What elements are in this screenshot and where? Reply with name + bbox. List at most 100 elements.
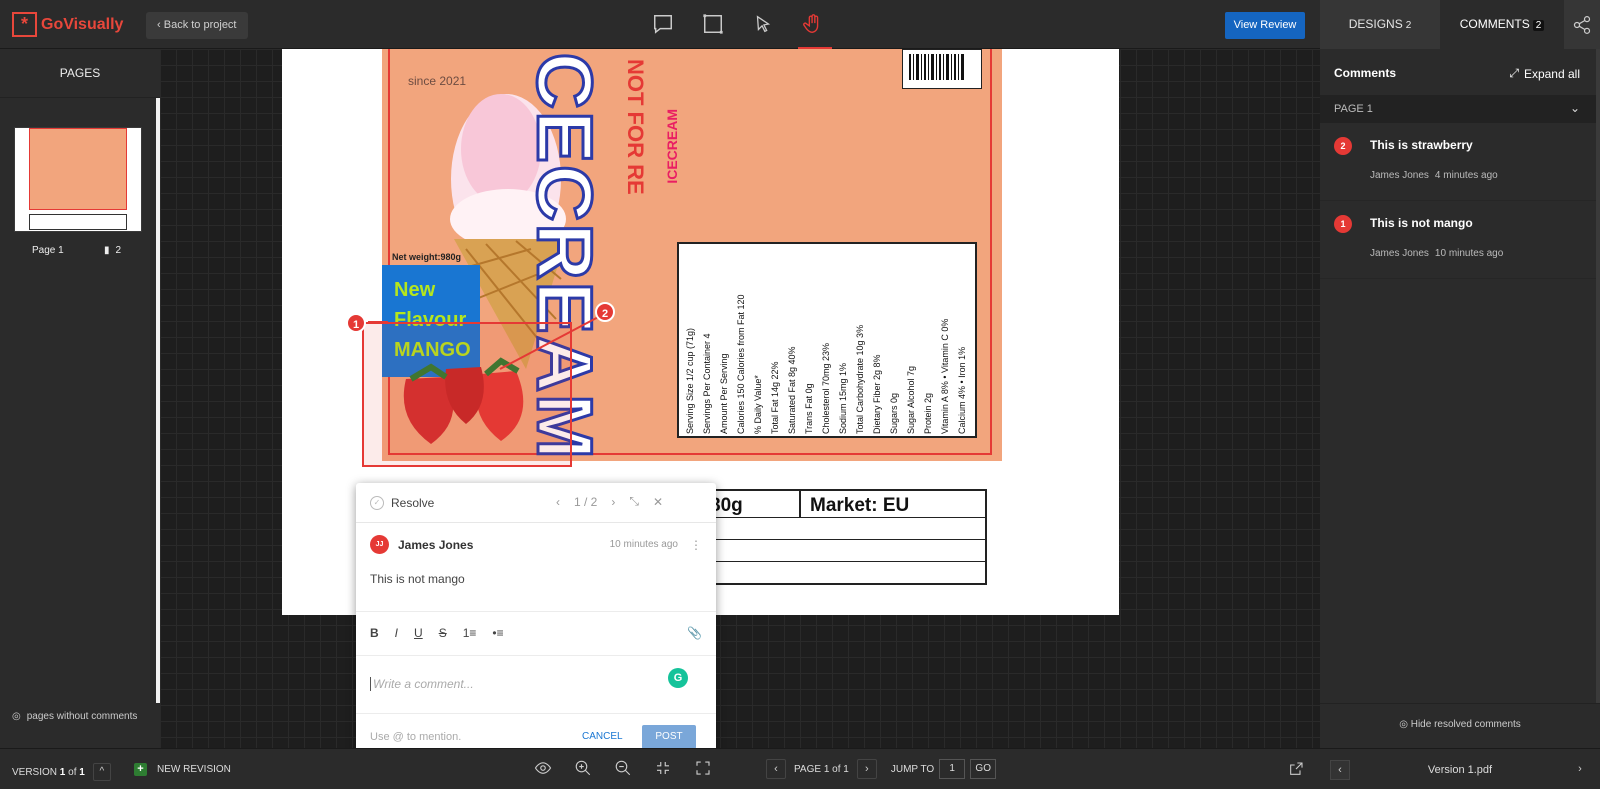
zoom-in-icon[interactable] (574, 759, 592, 777)
post-button[interactable]: POST (642, 725, 696, 748)
resolve-button[interactable]: ✓ Resolve (370, 496, 434, 510)
annotation-pin-1[interactable]: 1 (346, 313, 366, 333)
comment-author: James Jones (398, 537, 474, 552)
share-icon (1573, 15, 1591, 34)
comment-time: 10 minutes ago (1434, 248, 1504, 259)
comment-tool-button[interactable] (651, 12, 675, 36)
divider (356, 611, 716, 612)
prev-comment-button[interactable]: ‹ (556, 495, 560, 509)
formatting-toolbar: B I U S 1≡ •≡ 📎 (370, 626, 702, 640)
tab-comments[interactable]: COMMENTS 2 (1440, 0, 1564, 49)
page-thumbnail[interactable] (14, 127, 142, 232)
ordered-list-button[interactable]: 1≡ (463, 626, 477, 640)
check-circle-icon: ✓ (370, 496, 384, 510)
nutrition-line: Calcium 4% • Iron 1% (957, 346, 967, 434)
thumbnail-comment-count: ▮ 2 (104, 245, 121, 256)
page-section-header[interactable]: PAGE 1 ⌄ (1320, 95, 1600, 123)
tab-designs-label: DESIGNS (1348, 17, 1403, 31)
comments-panel: Comments ⤢ Expand all PAGE 1 ⌄ 2 This is… (1320, 49, 1600, 748)
bottom-bar: VERSION 1 of 1 ^ + NEW REVISION ‹ PAGE 1… (0, 748, 1600, 789)
view-review-button[interactable]: View Review (1225, 12, 1305, 39)
hand-tool-button[interactable] (801, 12, 825, 36)
italic-button[interactable]: I (395, 626, 398, 640)
thumbnail-table (29, 214, 127, 230)
barcode-image (902, 49, 982, 89)
expand-all-label: Expand all (1523, 66, 1580, 81)
share-button[interactable] (1564, 0, 1600, 49)
more-options-icon[interactable]: ⋮ (690, 538, 702, 552)
grammarly-icon[interactable]: G (668, 668, 688, 688)
nutrition-line: Serving Size 1/2 cup (71g) (685, 327, 695, 434)
next-page-button[interactable]: › (856, 759, 877, 779)
new-revision-button[interactable]: + NEW REVISION (134, 763, 231, 776)
nutrition-line: Dietary Fiber 2g 8% (872, 354, 882, 434)
version-of: of (68, 766, 77, 778)
rectangle-tool-button[interactable] (701, 12, 725, 36)
zoom-toolbar (534, 759, 712, 777)
scrollbar[interactable] (1596, 49, 1600, 704)
comment-list-item[interactable]: 2 This is strawberry James Jones 4 minute… (1320, 123, 1600, 201)
hide-resolved-toggle[interactable]: ◎ Hide resolved comments (1320, 719, 1600, 730)
nutrition-line: Saturated Fat 8g 40% (787, 346, 797, 434)
small-icecream-text: ICECREAM (664, 109, 680, 184)
nutrition-line: Servings Per Container 4 (702, 333, 712, 434)
spec-table-line (704, 561, 985, 562)
top-bar: * GoVisually ‹ Back to project View Revi… (0, 0, 1600, 49)
logo[interactable]: * GoVisually (12, 12, 123, 37)
comment-author: James Jones (1370, 170, 1429, 181)
eye-icon[interactable] (534, 759, 552, 777)
cancel-button[interactable]: CANCEL (582, 731, 623, 742)
divider (356, 713, 716, 714)
file-name: Version 1.pdf (1427, 763, 1493, 776)
comment-popover: ✓ Resolve ‹ 1 / 2 › ⤡ ✕ JJ James Jones 1… (356, 483, 716, 748)
expand-icon[interactable]: ⤡ (629, 494, 639, 509)
annotation-region[interactable] (362, 322, 572, 467)
pages-without-comments-toggle[interactable]: ◎ pages without comments (12, 711, 137, 722)
comment-position: 1 / 2 (574, 494, 598, 509)
pages-panel-title: PAGES (59, 66, 101, 80)
prev-file-button[interactable]: ‹ (1330, 759, 1350, 780)
nutrition-line: Vitamin A 8% • Vitamin C 0% (940, 318, 950, 434)
comment-list-item[interactable]: 1 This is not mango James Jones 10 minute… (1320, 201, 1600, 279)
pages-without-label: pages without comments (26, 711, 138, 722)
tab-designs[interactable]: DESIGNS 2 (1320, 0, 1440, 49)
fit-screen-icon[interactable] (654, 759, 672, 777)
comment-bubble-icon: ▮ (104, 245, 110, 256)
mention-hint: Use @ to mention. (370, 731, 462, 743)
strikethrough-button[interactable]: S (439, 626, 447, 640)
underline-button[interactable]: U (414, 626, 423, 640)
nutrition-line: Sodium 15mg 1% (838, 362, 848, 434)
bold-button[interactable]: B (370, 626, 379, 640)
spec-table-line (704, 539, 985, 540)
open-external-button[interactable] (1288, 761, 1304, 780)
attachment-icon[interactable]: 📎 (687, 626, 702, 640)
next-comment-button[interactable]: › (611, 495, 615, 509)
nutrition-line: Sugars 0g (889, 392, 899, 434)
pointer-tool-button[interactable] (751, 12, 775, 36)
comment-time: 10 minutes ago (609, 539, 678, 550)
comment-input[interactable]: Write a comment... (370, 677, 474, 691)
version-indicator: VERSION 1 of 1 ^ (12, 763, 111, 781)
comment-author-row: JJ James Jones 10 minutes ago ⋮ (370, 535, 702, 554)
close-icon[interactable]: ✕ (653, 495, 663, 509)
bullet-list-button[interactable]: •≡ (492, 626, 503, 640)
jump-page-input[interactable]: 1 (939, 759, 966, 779)
spec-table-divider (799, 491, 801, 517)
fullscreen-icon[interactable] (694, 759, 712, 777)
expand-all-button[interactable]: ⤢ Expand all (1509, 66, 1580, 81)
prev-page-button[interactable]: ‹ (766, 759, 786, 779)
chevron-up-icon[interactable]: ^ (92, 763, 111, 781)
eye-slash-icon: ◎ (1399, 719, 1411, 730)
zoom-out-icon[interactable] (614, 759, 632, 777)
next-file-button[interactable]: › (1570, 760, 1590, 780)
jump-to-page: JUMP TO 1 GO (891, 759, 997, 779)
design-canvas[interactable]: since 2021 Net weight:980g New Flavour M… (160, 49, 1320, 748)
rectangle-icon (703, 14, 723, 34)
page-section-label: PAGE 1 (1334, 103, 1373, 115)
annotation-pin-2[interactable]: 2 (595, 302, 615, 322)
comment-meta: James Jones 4 minutes ago (1370, 170, 1498, 181)
go-button[interactable]: GO (970, 759, 997, 779)
back-to-project-button[interactable]: ‹ Back to project (146, 12, 248, 39)
spec-table: 80g Market: EU (702, 489, 987, 585)
thumbnail-label: Page 1 (32, 245, 64, 256)
